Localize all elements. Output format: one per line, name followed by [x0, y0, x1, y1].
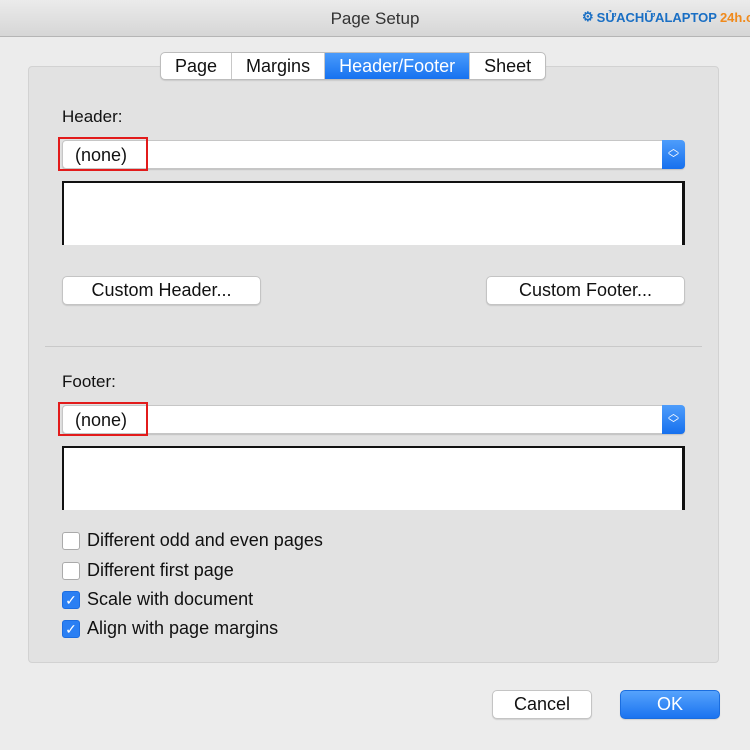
checkbox-align-with-margins[interactable]: ✓ Align with page margins	[62, 618, 278, 639]
watermark-logo: ⚙SỬACHỮALAPTOP24h.com	[582, 9, 750, 25]
custom-footer-button[interactable]: Custom Footer...	[486, 276, 685, 305]
header-select[interactable]: (none) ︿ ﹀	[62, 140, 685, 169]
divider	[45, 346, 702, 347]
cancel-button[interactable]: Cancel	[492, 690, 592, 719]
up-down-chevron-icon: ︿ ﹀	[662, 140, 685, 169]
checkmark-icon[interactable]: ✓	[62, 590, 80, 609]
checkbox[interactable]	[62, 531, 80, 550]
tab-sheet[interactable]: Sheet	[470, 53, 545, 79]
footer-select[interactable]: (none) ︿ ﹀	[62, 405, 685, 434]
header-label: Header:	[62, 107, 123, 126]
up-down-chevron-icon: ︿ ﹀	[662, 405, 685, 434]
highlight-box	[58, 137, 148, 171]
footer-preview	[62, 446, 685, 510]
custom-header-button[interactable]: Custom Header...	[62, 276, 261, 305]
checkbox-different-first-page[interactable]: Different first page	[62, 560, 234, 581]
checkmark-icon[interactable]: ✓	[62, 619, 80, 638]
footer-label: Footer:	[62, 372, 116, 391]
tab-bar: Page Margins Header/Footer Sheet	[160, 52, 547, 80]
gear-icon: ⚙	[582, 9, 594, 24]
checkbox-different-odd-even[interactable]: Different odd and even pages	[62, 530, 323, 551]
tab-page[interactable]: Page	[161, 53, 233, 79]
tab-header-footer[interactable]: Header/Footer	[325, 53, 471, 79]
checkbox-scale-with-document[interactable]: ✓ Scale with document	[62, 589, 253, 610]
ok-button[interactable]: OK	[620, 690, 720, 719]
checkbox[interactable]	[62, 561, 80, 580]
header-preview	[62, 181, 685, 245]
highlight-box	[58, 402, 148, 436]
tab-margins[interactable]: Margins	[232, 53, 326, 79]
